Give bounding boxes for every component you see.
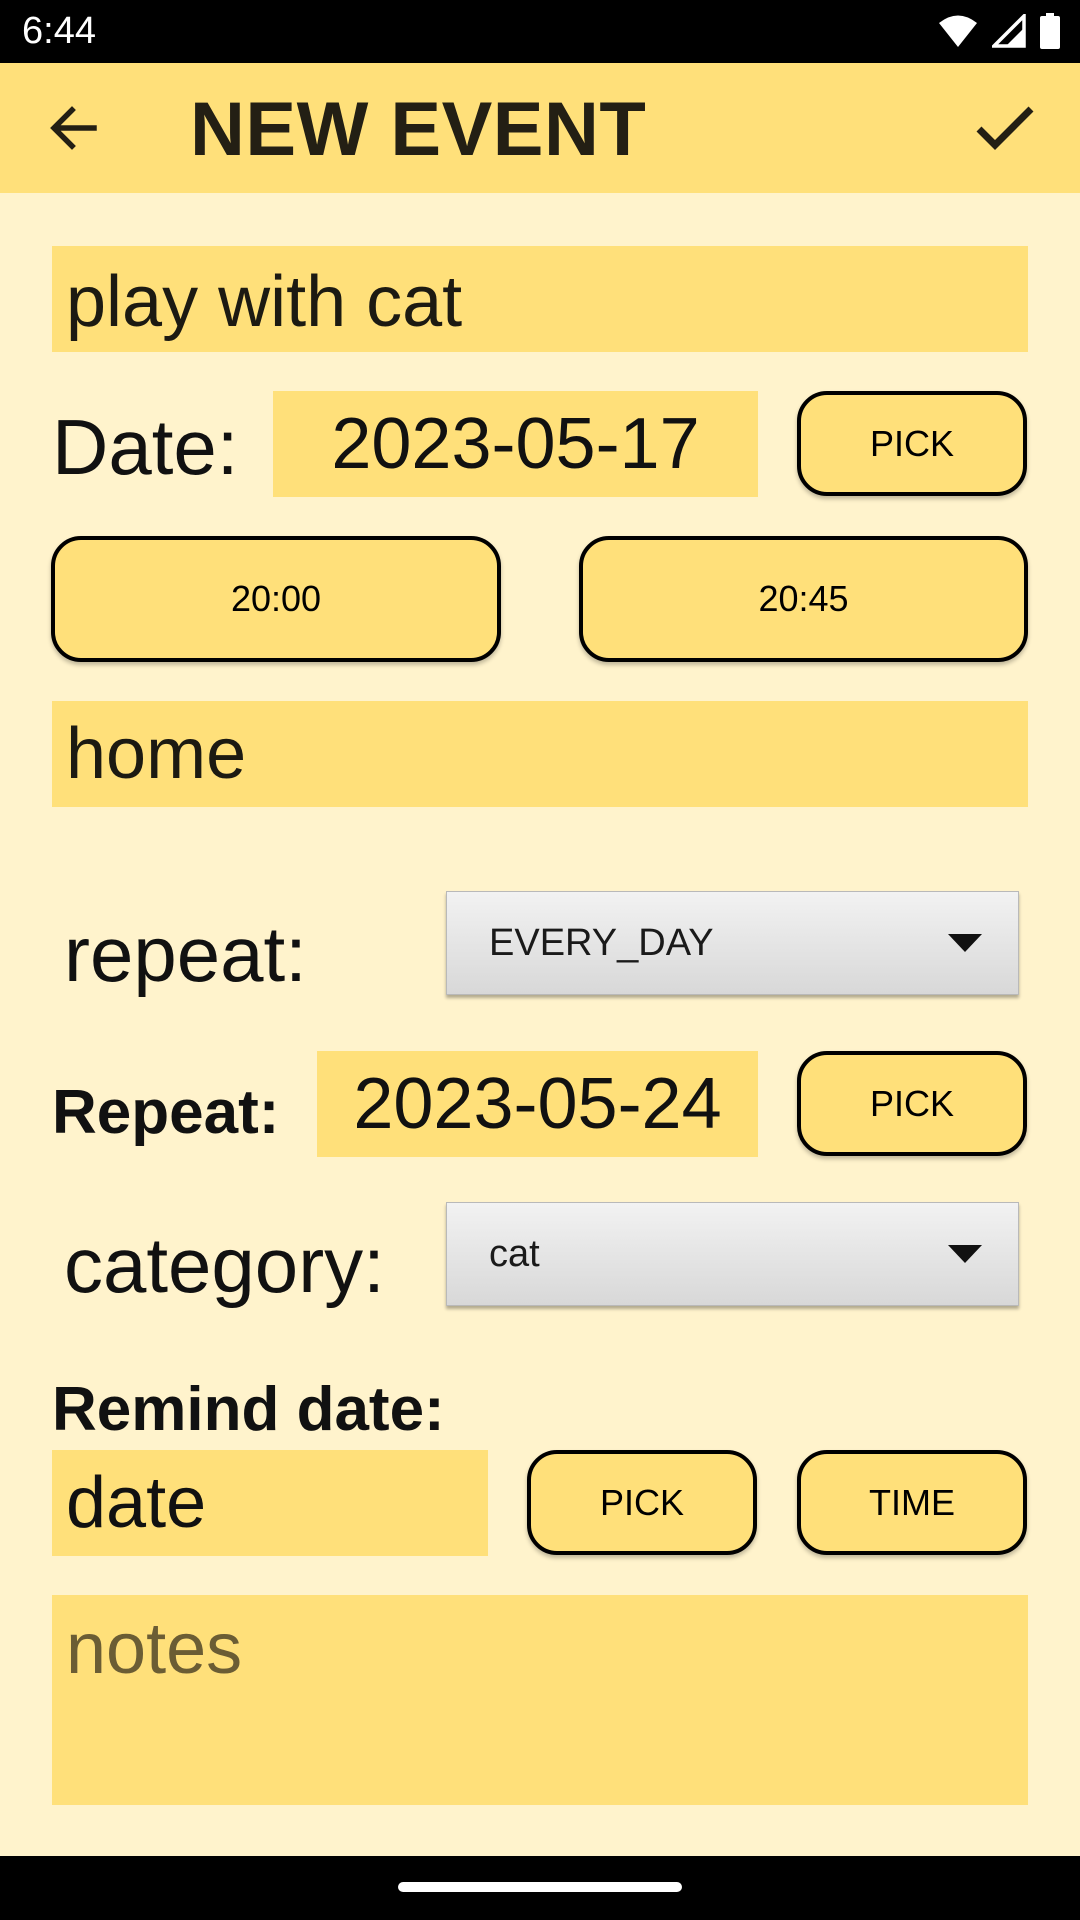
notes-textarea[interactable]: notes — [52, 1595, 1028, 1805]
repeat-until-label: Repeat: — [52, 1078, 280, 1147]
repeat-until-value: 2023-05-24 — [353, 1064, 722, 1144]
remind-date-field[interactable]: date — [52, 1450, 488, 1556]
notes-placeholder: notes — [66, 1609, 243, 1689]
date-label: Date: — [52, 403, 239, 491]
location-input[interactable]: home — [52, 701, 1028, 807]
battery-icon — [1040, 13, 1060, 49]
chevron-down-icon — [948, 934, 982, 952]
status-bar — [0, 0, 1080, 63]
wifi-icon — [939, 15, 977, 47]
end-time-button[interactable]: 20:45 — [579, 536, 1028, 662]
start-time-button[interactable]: 20:00 — [51, 536, 501, 662]
repeat-until-field[interactable]: 2023-05-24 — [317, 1051, 758, 1157]
remind-time-button[interactable]: TIME — [797, 1450, 1027, 1555]
date-pick-button[interactable]: PICK — [797, 391, 1027, 496]
back-button[interactable] — [36, 83, 112, 173]
arrow-left-icon — [50, 106, 97, 150]
remind-date-placeholder: date — [66, 1463, 207, 1543]
remind-pick-button[interactable]: PICK — [527, 1450, 757, 1555]
chevron-down-icon — [948, 1245, 982, 1263]
status-icons — [938, 12, 1060, 50]
date-value: 2023-05-17 — [331, 404, 700, 484]
title-input-value: play with cat — [66, 262, 463, 342]
home-indicator[interactable] — [398, 1882, 682, 1892]
repeat-label: repeat: — [64, 910, 307, 998]
repeat-dropdown[interactable]: EVERY_DAY — [446, 891, 1019, 995]
repeat-pick-button[interactable]: PICK — [797, 1051, 1027, 1156]
repeat-dropdown-value: EVERY_DAY — [489, 921, 714, 964]
signal-icon — [992, 14, 1026, 48]
location-input-value: home — [66, 714, 247, 794]
category-dropdown[interactable]: cat — [446, 1202, 1019, 1306]
status-time: 6:44 — [22, 10, 96, 52]
page-title: NEW EVENT — [190, 87, 647, 172]
category-dropdown-value: cat — [489, 1232, 540, 1275]
check-icon — [976, 106, 1034, 150]
remind-date-label: Remind date: — [52, 1375, 445, 1444]
save-button[interactable] — [965, 88, 1045, 168]
category-label: category: — [64, 1221, 385, 1309]
date-field[interactable]: 2023-05-17 — [273, 391, 758, 497]
title-input[interactable]: play with cat — [52, 246, 1028, 352]
